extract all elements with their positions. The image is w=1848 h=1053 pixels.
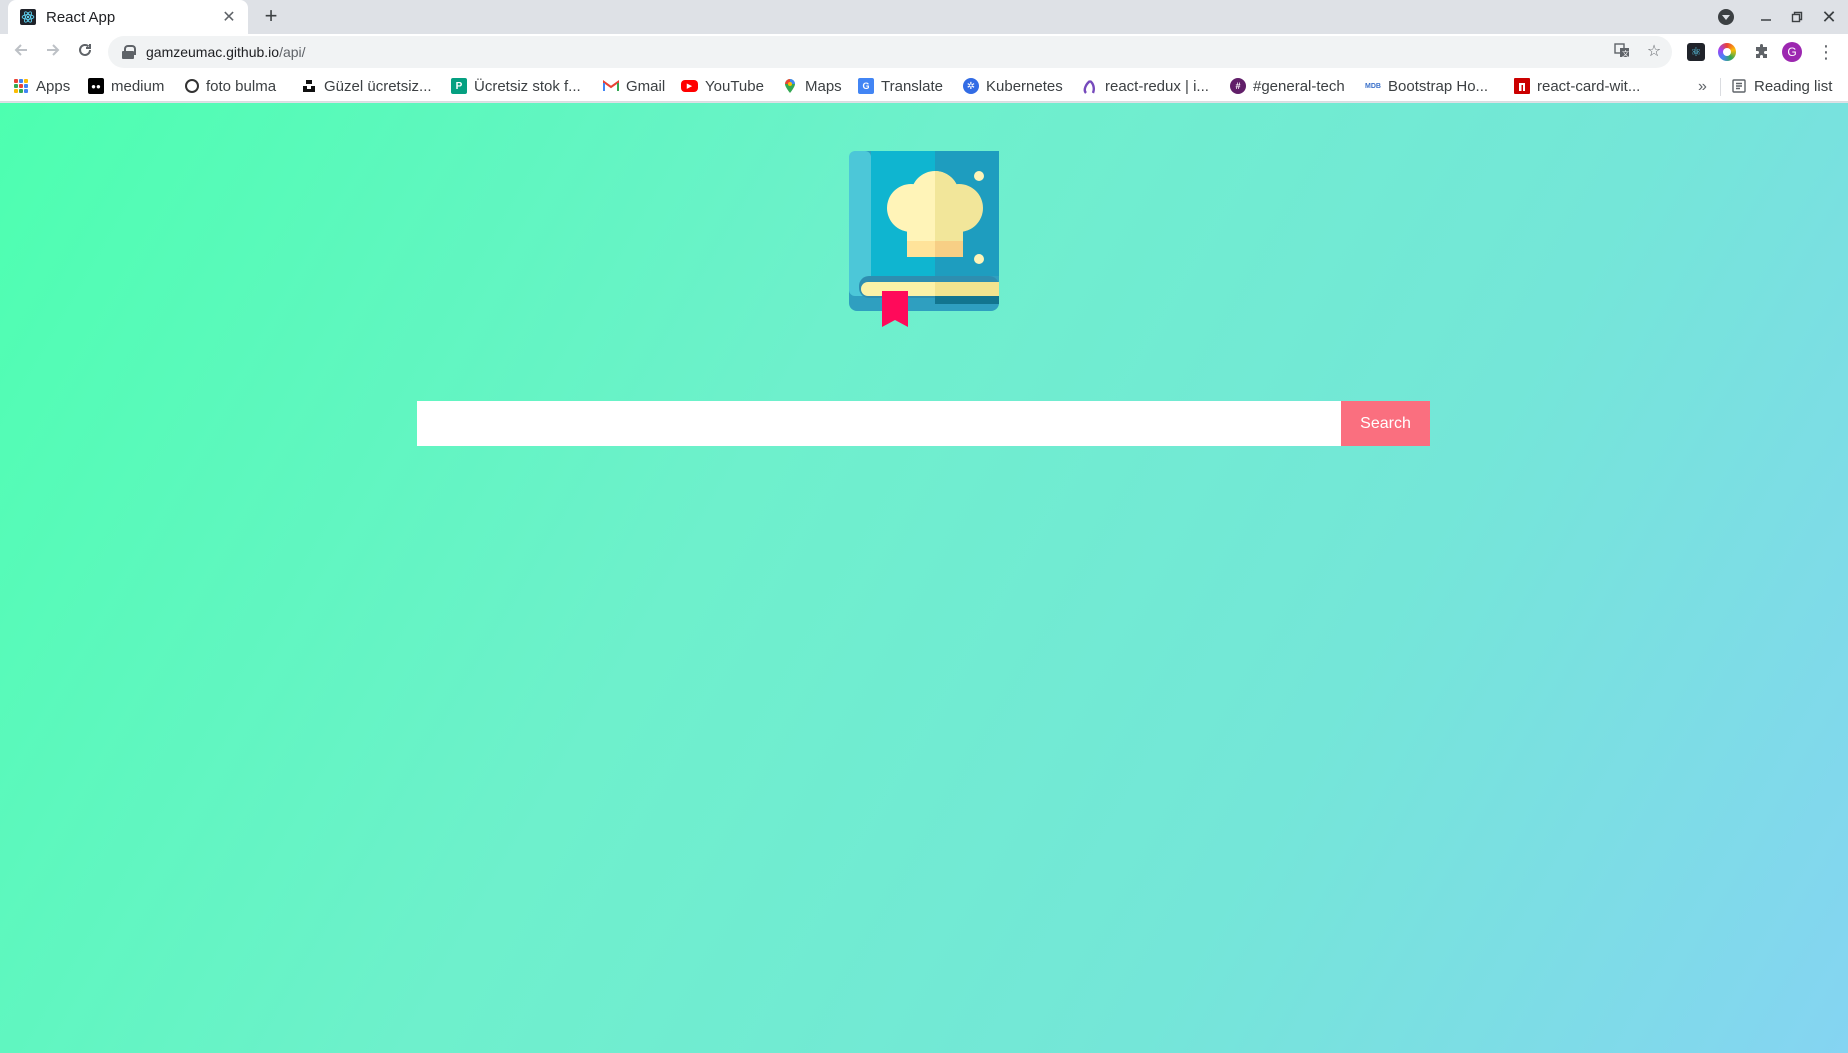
extensions-puzzle-icon[interactable] bbox=[1751, 41, 1773, 63]
bookmark-bootstrap[interactable]: MDB Bootstrap Ho... bbox=[1365, 75, 1488, 97]
bookmark-label: medium bbox=[111, 77, 165, 95]
translate-icon: G bbox=[858, 78, 874, 94]
bookmark-medium[interactable]: ●● medium bbox=[88, 75, 164, 97]
tab-search-button[interactable] bbox=[1716, 6, 1736, 28]
browser-menu-icon[interactable]: ⋮ bbox=[1815, 41, 1837, 63]
tab-strip: React App ✕ + ✕ bbox=[0, 0, 1848, 34]
medium-icon: ●● bbox=[88, 78, 104, 94]
npm-icon bbox=[1514, 78, 1530, 94]
youtube-icon: ▶ bbox=[681, 80, 698, 92]
bookmark-maps[interactable]: Maps bbox=[782, 75, 842, 97]
reload-button[interactable] bbox=[74, 41, 96, 63]
bookmark-label: Kubernetes bbox=[986, 77, 1063, 95]
bookmark-general-tech[interactable]: # #general-tech bbox=[1230, 75, 1345, 97]
bookmark-label: react-redux | i... bbox=[1105, 77, 1209, 95]
bookmarks-overflow-button[interactable]: » bbox=[1698, 78, 1707, 96]
reading-list-label: Reading list bbox=[1754, 77, 1833, 95]
bookmark-label: Gmail bbox=[626, 77, 666, 95]
profile-avatar[interactable]: G bbox=[1782, 42, 1802, 62]
address-bar[interactable]: gamzeumac.github.io/api/ 文 ☆ bbox=[108, 36, 1672, 68]
mdb-icon: MDB bbox=[1365, 82, 1381, 90]
reading-list-icon bbox=[1731, 78, 1747, 94]
back-button[interactable] bbox=[10, 41, 32, 63]
bookmark-label: Bootstrap Ho... bbox=[1388, 77, 1489, 95]
chevron-down-icon bbox=[1718, 9, 1734, 25]
foto-bulma-icon bbox=[185, 79, 199, 93]
recipe-book-logo bbox=[849, 151, 999, 327]
bookmark-gmail[interactable]: Gmail bbox=[603, 75, 665, 97]
bookmark-label: Apps bbox=[36, 77, 71, 95]
color-picker-extension-icon[interactable] bbox=[1718, 43, 1736, 61]
close-window-button[interactable]: ✕ bbox=[1818, 6, 1840, 28]
bookmark-label: foto bulma bbox=[206, 77, 277, 95]
bookmark-foto-bulma[interactable]: foto bulma bbox=[185, 75, 276, 97]
bookmark-label: Translate bbox=[881, 77, 943, 95]
bookmark-pexels[interactable]: P Ücretsiz stok f... bbox=[451, 75, 581, 97]
maps-icon bbox=[782, 78, 798, 94]
bookmark-label: react-card-wit... bbox=[1537, 77, 1641, 95]
bookmark-react-redux[interactable]: react-redux | i... bbox=[1082, 75, 1209, 97]
url-path: /api/ bbox=[279, 44, 306, 60]
page-viewport: Search bbox=[0, 103, 1848, 1053]
kubernetes-icon: ✲ bbox=[963, 78, 979, 94]
browser-toolbar: gamzeumac.github.io/api/ 文 ☆ ⚛ G ⋮ bbox=[0, 34, 1848, 70]
bookmark-kubernetes[interactable]: ✲ Kubernetes bbox=[963, 75, 1063, 97]
bookmark-label: #general-tech bbox=[1253, 77, 1345, 95]
tab-title: React App bbox=[46, 8, 116, 26]
forward-button[interactable] bbox=[42, 41, 64, 63]
bookmark-react-card[interactable]: react-card-wit... bbox=[1514, 75, 1640, 97]
search-button[interactable]: Search bbox=[1341, 401, 1430, 446]
tab-close-icon[interactable]: ✕ bbox=[220, 8, 238, 26]
react-icon bbox=[20, 9, 36, 25]
bookmark-unsplash[interactable]: Güzel ücretsiz... bbox=[301, 75, 432, 97]
bookmark-label: Güzel ücretsiz... bbox=[324, 77, 432, 95]
bookmark-star-icon[interactable]: ☆ bbox=[1644, 42, 1664, 62]
translate-page-icon[interactable]: 文 bbox=[1612, 42, 1632, 62]
bookmarks-bar: Apps ●● medium foto bulma Güzel ücretsiz… bbox=[0, 70, 1848, 102]
react-devtools-icon[interactable]: ⚛ bbox=[1687, 43, 1705, 61]
redux-icon bbox=[1082, 78, 1098, 94]
gmail-icon bbox=[603, 78, 619, 94]
slack-icon: # bbox=[1230, 78, 1246, 94]
restore-button[interactable] bbox=[1786, 6, 1808, 28]
bookmark-apps[interactable]: Apps bbox=[13, 75, 70, 97]
apps-grid-icon bbox=[13, 78, 29, 94]
bookmark-label: Maps bbox=[805, 77, 842, 95]
search-form: Search bbox=[417, 401, 1430, 446]
browser-tab[interactable]: React App ✕ bbox=[8, 0, 248, 34]
bookmark-label: Ücretsiz stok f... bbox=[474, 77, 581, 95]
new-tab-button[interactable]: + bbox=[260, 5, 282, 28]
search-input[interactable] bbox=[417, 401, 1341, 446]
omnibox-actions: 文 ☆ bbox=[1612, 42, 1664, 62]
pexels-icon: P bbox=[451, 78, 467, 94]
unsplash-icon bbox=[301, 78, 317, 94]
url-host: gamzeumac.github.io bbox=[146, 44, 280, 60]
bookmark-label: YouTube bbox=[705, 77, 764, 95]
reading-list-button[interactable]: Reading list bbox=[1731, 75, 1832, 97]
bookmarks-separator bbox=[1720, 78, 1721, 96]
bookmark-translate[interactable]: G Translate bbox=[858, 75, 943, 97]
bookmark-youtube[interactable]: ▶ YouTube bbox=[681, 75, 764, 97]
minimize-button[interactable] bbox=[1755, 6, 1777, 28]
lock-icon[interactable] bbox=[122, 45, 136, 59]
svg-text:文: 文 bbox=[1622, 49, 1629, 58]
